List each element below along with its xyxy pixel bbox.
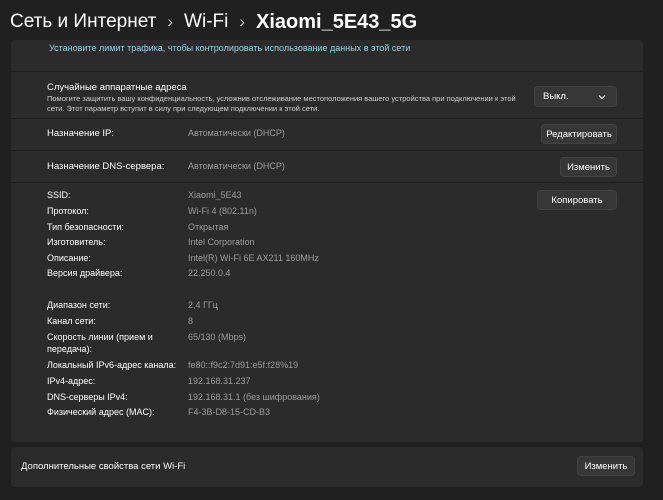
edit-dns-button[interactable]: Изменить [560, 157, 617, 177]
prop-value-band: 2,4 ГГц [188, 300, 218, 310]
prop-label-driver-version: Версия драйвера: [47, 268, 123, 278]
prop-label-protocol: Протокол: [47, 206, 89, 216]
breadcrumb-separator: › [239, 12, 245, 31]
dns-assignment-label: Назначение DNS-сервера: [47, 161, 165, 172]
prop-label-security: Тип безопасности: [47, 222, 124, 232]
ip-assignment-label: Назначение IP: [47, 128, 115, 139]
prop-label-link-speed: Скорость линии (прием и [47, 332, 153, 342]
chevron-down-icon [598, 93, 606, 101]
prop-label-link-speed-2: передача): [47, 344, 92, 354]
dns-assignment-value: Автоматически (DHCP) [188, 161, 285, 171]
prop-value-ssid: Xiaomi_5E43 [188, 190, 242, 200]
ip-assignment-value: Автоматически (DHCP) [188, 128, 285, 138]
random-mac-select[interactable]: Выкл. [534, 86, 617, 107]
prop-label-ssid: SSID: [47, 190, 71, 200]
prop-label-ipv4: IPv4-адрес: [47, 376, 96, 386]
prop-value-driver-version: 22.250.0.4 [188, 268, 231, 278]
traffic-limit-link[interactable]: Установите лимит трафика, чтобы контроли… [49, 43, 410, 53]
prop-label-mac: Физический адрес (MAC): [47, 407, 155, 417]
prop-value-mac: F4-3B-D8-15-CD-B3 [188, 407, 271, 417]
prop-value-channel: 8 [188, 316, 194, 326]
divider [11, 182, 643, 183]
prop-value-description: Intel(R) Wi-Fi 6E AX211 160MHz [188, 253, 319, 263]
random-mac-description: Помогите защитить вашу конфиденциальност… [47, 94, 516, 113]
page-title: Xiaomi_5E43_5G [256, 10, 418, 33]
divider [11, 71, 643, 72]
prop-label-dns-ipv4: DNS-серверы IPv4: [47, 392, 128, 402]
prop-value-dns-ipv4: 192.168.31.1 (без шифрования) [188, 392, 320, 402]
advanced-properties-label: Дополнительные свойства сети Wi-Fi [21, 461, 186, 472]
prop-value-link-speed: 65/130 (Mbps) [188, 332, 247, 342]
prop-label-band: Диапазон сети: [47, 300, 111, 310]
edit-advanced-properties-button[interactable]: Изменить [577, 456, 635, 476]
prop-label-manufacturer: Изготовитель: [47, 237, 106, 247]
edit-ip-button[interactable]: Редактировать [541, 124, 617, 144]
breadcrumb-separator: › [167, 12, 174, 31]
prop-label-ipv6: Локальный IPv6-адрес канала: [47, 360, 177, 370]
prop-value-protocol: Wi-Fi 4 (802.11n) [188, 206, 257, 216]
random-mac-title: Случайные аппаратные адреса [47, 82, 187, 93]
prop-value-ipv6: fe80::f9c2:7d91:e5f:f28%19 [188, 360, 299, 370]
copy-button[interactable]: Копировать [537, 190, 617, 210]
prop-value-ipv4: 192.168.31.237 [188, 376, 251, 386]
divider [11, 118, 643, 119]
prop-value-manufacturer: Intel Corporation [188, 237, 255, 247]
breadcrumb-network-internet[interactable]: Сеть и Интернет [10, 11, 156, 33]
prop-label-description: Описание: [47, 253, 91, 263]
breadcrumb-wifi[interactable]: Wi-Fi [184, 11, 228, 33]
prop-value-security: Открытая [188, 222, 229, 232]
divider [11, 150, 643, 151]
breadcrumb: Сеть и Интернет › Wi-Fi › Xiaomi_5E43_5G [10, 9, 417, 35]
random-mac-selected: Выкл. [543, 91, 569, 102]
prop-label-channel: Канал сети: [47, 316, 96, 326]
